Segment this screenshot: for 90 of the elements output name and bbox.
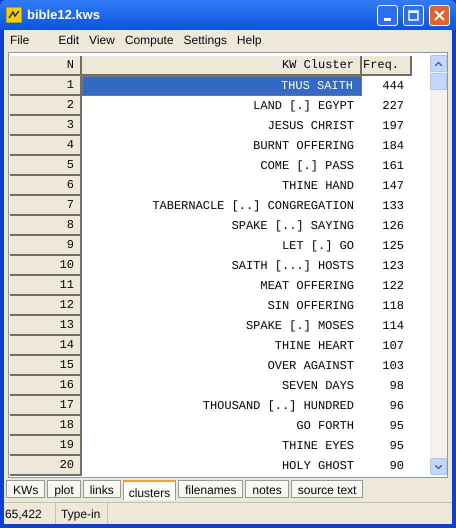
status-field: 65,422 <box>4 503 56 524</box>
table-cell-text: 126 <box>381 218 405 235</box>
tab[interactable]: source text <box>290 480 364 498</box>
table-cell-text: 90 <box>388 458 405 475</box>
table-cell-text: 161 <box>381 158 405 175</box>
table-cell-text: 444 <box>381 78 405 95</box>
row-number[interactable]: 9 <box>10 236 82 256</box>
tab[interactable]: KWs <box>6 480 46 498</box>
table-cell: THUS SAITH <box>82 76 362 96</box>
table-cell-text: HOLY GHOST <box>280 458 355 475</box>
row-number[interactable]: 16 <box>10 376 82 396</box>
menu-item[interactable]: Help <box>232 29 267 51</box>
table-cell-text: TABERNACLE [..] CONGREGATION <box>151 198 355 215</box>
tab[interactable]: clusters <box>122 480 176 500</box>
close-button[interactable] <box>429 4 450 26</box>
window-title: bible12.kws <box>27 6 101 24</box>
table-cell-text: SEVEN DAYS <box>280 378 355 395</box>
row-number[interactable]: 2 <box>10 96 82 116</box>
row-number[interactable]: 20 <box>10 456 82 476</box>
table-cell-text: LET [.] GO <box>280 238 355 255</box>
table-cell-text: 95 <box>388 438 405 455</box>
menu-item[interactable]: Compute <box>120 29 179 51</box>
table-cell-text: 227 <box>381 98 405 115</box>
table-cell-text: JESUS CHRIST <box>266 118 355 135</box>
table-cell-text: COME [.] PASS <box>259 158 355 175</box>
table-cell-text: SPAKE [..] SAYING <box>230 218 355 235</box>
row-number[interactable]: 7 <box>10 196 82 216</box>
row-number[interactable]: 5 <box>10 156 82 176</box>
row-number[interactable]: 18 <box>10 416 82 436</box>
tab[interactable]: plot <box>47 480 81 498</box>
scrollbar[interactable] <box>430 55 447 475</box>
table-cell-text: 147 <box>381 178 405 195</box>
row-number[interactable]: 3 <box>10 116 82 136</box>
table-cell-text: 103 <box>381 358 405 375</box>
tab[interactable]: notes <box>245 480 289 498</box>
row-number[interactable]: 13 <box>10 316 82 336</box>
scroll-up-button[interactable] <box>430 55 447 72</box>
table-cell-text: BURNT OFFERING <box>252 138 355 155</box>
table-cell-text: 184 <box>381 138 405 155</box>
row-number[interactable]: 6 <box>10 176 82 196</box>
row-number[interactable]: 12 <box>10 296 82 316</box>
column-header[interactable]: Freq. <box>362 56 412 76</box>
table-cell-text: OVER AGAINST <box>266 358 355 375</box>
table-cell-text: SAITH [...] HOSTS <box>230 258 355 275</box>
table-cell-text: THINE HAND <box>280 178 355 195</box>
table-cell-text: GO FORTH <box>295 418 355 435</box>
table-cell-text: 197 <box>381 118 405 135</box>
tab[interactable]: filenames <box>178 480 244 498</box>
row-number[interactable]: 4 <box>10 136 82 156</box>
row-number[interactable]: 10 <box>10 256 82 276</box>
minimize-icon <box>384 18 391 20</box>
table-cell-text: 123 <box>381 258 405 275</box>
column-header[interactable]: KW Cluster <box>82 56 362 76</box>
row-number[interactable]: 11 <box>10 276 82 296</box>
table-cell-text: THINE EYES <box>280 438 355 455</box>
scroll-down-button[interactable] <box>430 458 447 475</box>
menu-item[interactable]: File <box>4 29 54 51</box>
table-cell-text: 98 <box>388 378 405 395</box>
table-cell-text: THINE HEART <box>274 338 355 355</box>
app-icon <box>6 7 22 23</box>
table-cell-text: MEAT OFFERING <box>259 278 355 295</box>
table-cell-text: 107 <box>381 338 405 355</box>
row-number[interactable]: 19 <box>10 436 82 456</box>
table-cell-text: 133 <box>381 198 405 215</box>
table-cell-text: SIN OFFERING <box>266 298 355 315</box>
table-cell-text: 114 <box>381 318 405 335</box>
menu-item[interactable]: View <box>84 29 120 51</box>
menu-item[interactable]: Settings <box>178 29 232 51</box>
table-cell-text: 96 <box>388 398 405 415</box>
row-number[interactable]: 14 <box>10 336 82 356</box>
row-number[interactable]: 1 <box>10 76 82 96</box>
close-icon <box>434 10 445 20</box>
row-number[interactable]: 15 <box>10 356 82 376</box>
maximize-icon <box>408 10 419 20</box>
column-header[interactable]: N <box>10 56 82 76</box>
scroll-thumb[interactable] <box>430 73 447 90</box>
status-field: Type-in <box>56 503 108 524</box>
table-cell-text: 118 <box>381 298 405 315</box>
row-number[interactable]: 8 <box>10 216 82 236</box>
row-number[interactable]: 17 <box>10 396 82 416</box>
table-cell-text: THOUSAND [..] HUNDRED <box>202 398 355 415</box>
minimize-button[interactable] <box>377 4 398 26</box>
menu-item[interactable]: Edit <box>53 29 84 51</box>
tab[interactable]: links <box>82 480 121 498</box>
maximize-button[interactable] <box>403 4 424 26</box>
table-cell-text: SPAKE [.] MOSES <box>244 318 355 335</box>
table-cell-text: 125 <box>381 238 405 255</box>
table-cell-text: 122 <box>381 278 405 295</box>
table-cell-text: 95 <box>388 418 405 435</box>
table-cell-text: LAND [.] EGYPT <box>252 98 355 115</box>
